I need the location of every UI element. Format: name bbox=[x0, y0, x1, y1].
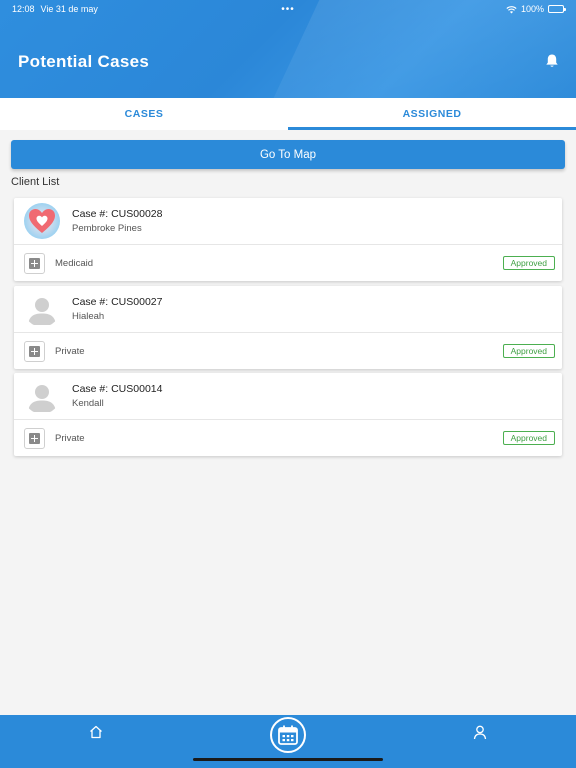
case-city: Kendall bbox=[72, 398, 104, 409]
avatar bbox=[24, 291, 60, 327]
status-badge: Approved bbox=[502, 344, 555, 358]
battery-percent: 100% bbox=[520, 4, 544, 14]
multitask-dots[interactable]: ••• bbox=[281, 4, 295, 15]
heart-icon bbox=[29, 209, 55, 233]
insurance-type: Private bbox=[55, 432, 85, 444]
status-date: Vie 31 de may bbox=[40, 4, 98, 14]
avatar bbox=[24, 378, 60, 414]
default-avatar-icon bbox=[28, 298, 56, 325]
tab-cases[interactable]: CASES bbox=[0, 98, 288, 130]
home-icon[interactable] bbox=[89, 725, 103, 739]
tab-assigned[interactable]: ASSIGNED bbox=[288, 98, 576, 130]
client-card[interactable]: Case #: CUS00028 Pembroke Pines Medicaid… bbox=[14, 198, 562, 281]
case-number: Case #: CUS00027 bbox=[72, 296, 163, 308]
calendar-icon bbox=[278, 725, 298, 745]
status-badge: Approved bbox=[502, 256, 555, 270]
client-list-title: Client List bbox=[11, 176, 60, 188]
bottom-nav bbox=[0, 715, 576, 768]
calendar-button[interactable] bbox=[270, 717, 306, 753]
case-number: Case #: CUS00014 bbox=[72, 383, 163, 395]
client-card[interactable]: Case #: CUS00014 Kendall Private Approve… bbox=[14, 373, 562, 456]
go-to-map-button[interactable]: Go To Map bbox=[11, 140, 565, 169]
app-header: 12:08 Vie 31 de may ••• 100% Potential C… bbox=[0, 0, 576, 98]
case-city: Hialeah bbox=[72, 311, 105, 322]
medical-plus-icon bbox=[24, 427, 45, 449]
client-card[interactable]: Case #: CUS00027 Hialeah Private Approve… bbox=[14, 286, 562, 369]
case-city: Pembroke Pines bbox=[72, 223, 142, 234]
profile-icon[interactable] bbox=[473, 725, 487, 740]
status-badge: Approved bbox=[502, 431, 555, 445]
medical-plus-icon bbox=[24, 252, 45, 274]
case-number: Case #: CUS00028 bbox=[72, 208, 163, 220]
avatar bbox=[24, 203, 60, 239]
default-avatar-icon bbox=[28, 385, 56, 412]
status-time: 12:08 bbox=[12, 4, 35, 14]
bell-icon[interactable] bbox=[544, 53, 560, 69]
medical-plus-icon bbox=[24, 340, 45, 362]
battery-icon bbox=[548, 5, 566, 13]
page-title: Potential Cases bbox=[18, 52, 150, 71]
home-indicator bbox=[193, 758, 383, 761]
tab-bar: CASES ASSIGNED bbox=[0, 98, 576, 130]
insurance-type: Medicaid bbox=[55, 257, 94, 269]
wifi-icon bbox=[506, 5, 517, 14]
insurance-type: Private bbox=[55, 345, 85, 357]
status-bar: 12:08 Vie 31 de may ••• 100% bbox=[12, 3, 566, 15]
